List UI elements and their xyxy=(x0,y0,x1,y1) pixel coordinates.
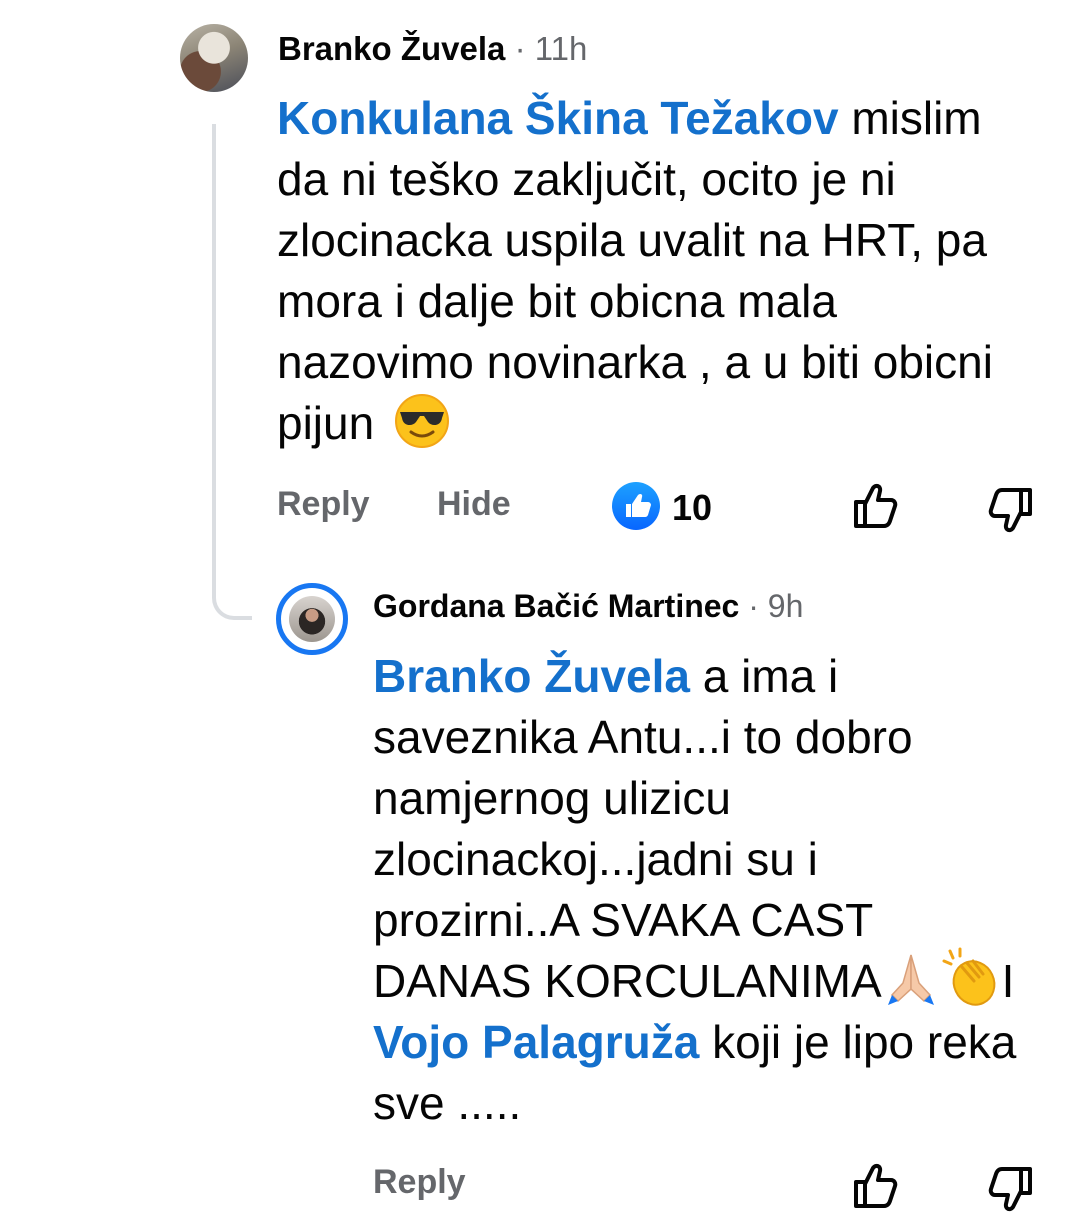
comment2-line: DANAS KORCULANIMA I xyxy=(373,947,1063,1012)
comment1-time[interactable]: 11h xyxy=(535,30,588,67)
comment1-reply-button[interactable]: Reply xyxy=(277,485,370,524)
thumbs-up-icon[interactable] xyxy=(850,480,902,532)
comment1-line: da ni teško zaključit, ocito je ni xyxy=(277,153,896,205)
comment1-separator: · xyxy=(514,30,526,67)
comment2-header: Gordana Bačić Martinec · 9h xyxy=(373,588,803,625)
clapping-hands-icon xyxy=(942,947,996,1006)
comment1-mention[interactable]: Konkulana Škina Težakov xyxy=(277,92,839,144)
like-reaction-icon[interactable] xyxy=(612,482,660,530)
comment1-line: Konkulana Škina Težakov mislim xyxy=(277,88,1067,149)
comment2-line: Branko Žuvela a ima i xyxy=(373,646,1063,707)
comment2-text: I xyxy=(1001,955,1015,1007)
comment2-mention-branko[interactable]: Branko Žuvela xyxy=(373,650,690,702)
comment2-time[interactable]: 9h xyxy=(768,588,804,624)
comment2-line: zlocinackoj...jadni su i xyxy=(373,833,818,885)
thumbs-up-icon[interactable] xyxy=(850,1160,902,1212)
comment1-reaction-count[interactable]: 10 xyxy=(672,487,712,529)
thumbs-down-icon[interactable] xyxy=(984,484,1036,536)
comment2-line: namjernog ulizicu xyxy=(373,772,731,824)
comment1-line: mora i dalje bit obicna mala xyxy=(277,275,837,327)
comment2-separator: · xyxy=(748,588,759,624)
comment1-line: zlocinacka uspila uvalit na HRT, pa xyxy=(277,214,987,266)
comment1-hide-button[interactable]: Hide xyxy=(437,485,511,524)
comment1-line: nazovimo novinarka , a u biti obicni xyxy=(277,336,993,388)
comment2-mention-vojo[interactable]: Vojo Palagruža xyxy=(373,1016,699,1068)
comment1-author[interactable]: Branko Žuvela xyxy=(278,30,505,67)
thread-connector xyxy=(212,124,252,620)
smiling-face-with-sunglasses-icon xyxy=(394,393,449,448)
comment2-author[interactable]: Gordana Bačić Martinec xyxy=(373,588,739,624)
avatar-branko[interactable] xyxy=(180,24,248,92)
comment2-text: a ima i xyxy=(690,650,839,702)
comment1-header: Branko Žuvela · 11h xyxy=(278,30,587,68)
comment2-body: Branko Žuvela a ima i saveznika Antu...i… xyxy=(373,646,1063,1134)
comment2-line: sve ..... xyxy=(373,1077,522,1129)
comment1-line: pijun xyxy=(277,393,1067,454)
comment2-text: koji je lipo reka xyxy=(699,1016,1017,1068)
thumbs-down-icon[interactable] xyxy=(984,1163,1036,1215)
comment1-body: Konkulana Škina Težakov mislim da ni teš… xyxy=(277,88,1067,454)
comment1-text: mislim xyxy=(838,92,982,144)
comment2-line: prozirni..A SVAKA CAST xyxy=(373,894,874,946)
comment2-reply-button[interactable]: Reply xyxy=(373,1163,466,1202)
comment2-text: DANAS KORCULANIMA xyxy=(373,955,882,1007)
comment1-text: pijun xyxy=(277,397,375,449)
folded-hands-icon xyxy=(887,954,934,1005)
comment2-line: saveznika Antu...i to dobro xyxy=(373,711,913,763)
comment2-line: Vojo Palagruža koji je lipo reka xyxy=(373,1012,1063,1073)
avatar-gordana[interactable] xyxy=(289,596,335,642)
